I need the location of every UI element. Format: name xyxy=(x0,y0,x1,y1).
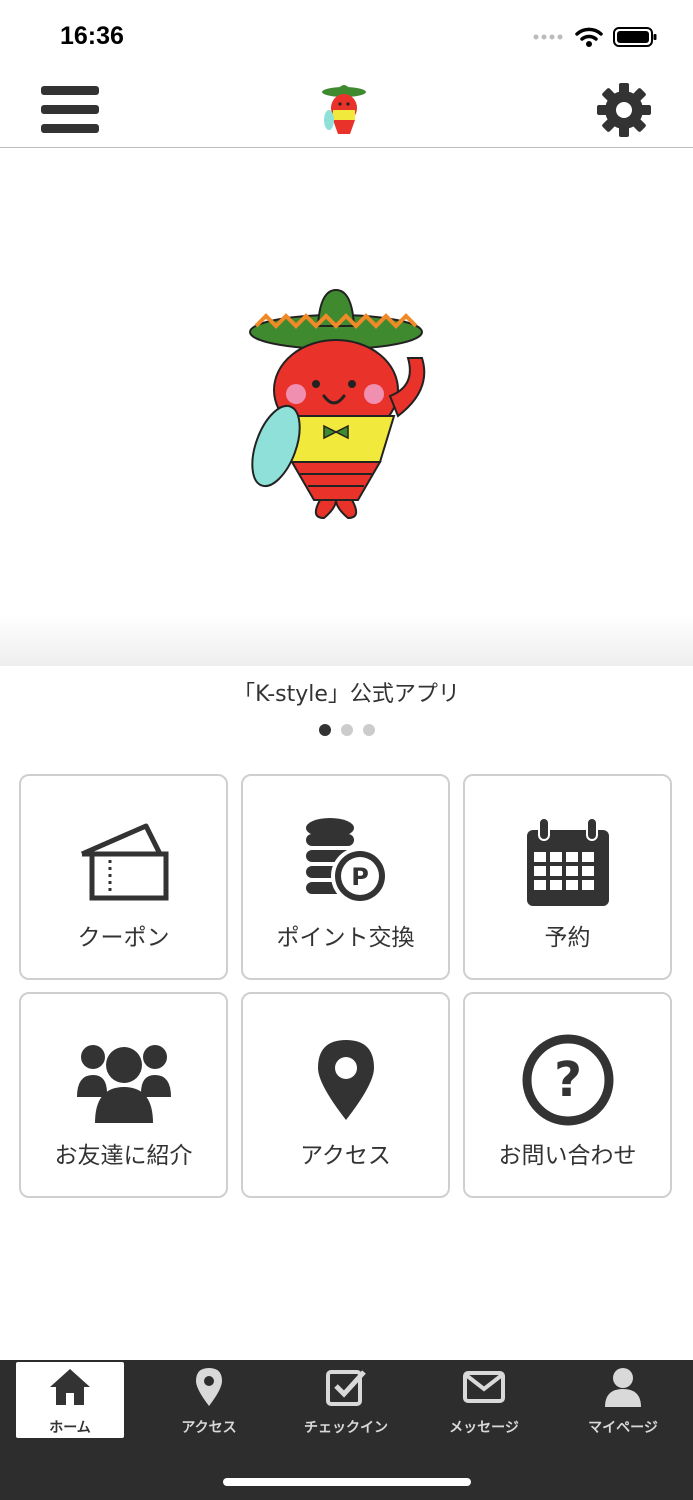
svg-text:?: ? xyxy=(554,1052,582,1108)
hero-banner[interactable] xyxy=(0,148,693,666)
carousel-dot-1[interactable] xyxy=(318,724,331,736)
contact-label: お問い合わせ xyxy=(498,1143,637,1169)
tab-home[interactable]: ホーム xyxy=(16,1362,124,1438)
battery-icon xyxy=(613,27,657,47)
tab-access[interactable]: アクセス xyxy=(155,1362,263,1438)
checkbox-icon xyxy=(326,1370,366,1406)
tab-home-label: ホーム xyxy=(49,1420,91,1436)
svg-text:P: P xyxy=(351,863,369,891)
contact-tile[interactable]: ? お問い合わせ xyxy=(463,992,672,1198)
access-tile[interactable]: アクセス xyxy=(241,992,450,1198)
home-icon xyxy=(50,1369,90,1405)
points-exchange-tile[interactable]: P ポイント交換 xyxy=(241,774,450,980)
status-time: 16:36 xyxy=(60,22,124,50)
carousel-dot-2[interactable] xyxy=(340,724,353,736)
reservation-label: 予約 xyxy=(544,925,591,951)
map-pin-icon xyxy=(317,1040,374,1120)
coupon-label: クーポン xyxy=(77,925,170,951)
points-exchange-label: ポイント交換 xyxy=(276,925,415,951)
tab-messages-label: メッセージ xyxy=(449,1420,519,1436)
tab-messages[interactable]: メッセージ xyxy=(430,1362,538,1438)
settings-button[interactable] xyxy=(595,81,653,139)
tab-access-label: アクセス xyxy=(181,1420,237,1436)
mascot-illustration xyxy=(249,288,426,520)
tab-checkin-label: チェックイン xyxy=(304,1420,388,1436)
map-pin-icon xyxy=(196,1368,222,1406)
hamburger-icon xyxy=(41,86,99,133)
gear-icon xyxy=(597,83,651,137)
users-icon xyxy=(76,1045,171,1123)
envelope-icon xyxy=(463,1371,505,1403)
access-label: アクセス xyxy=(300,1143,391,1169)
hero-caption: 「K-style」公式アプリ xyxy=(233,682,460,707)
home-indicator xyxy=(223,1478,471,1486)
person-icon xyxy=(605,1368,641,1407)
signal-icon xyxy=(533,34,563,40)
coins-icon: P xyxy=(305,818,389,905)
refer-friend-tile[interactable]: お友達に紹介 xyxy=(19,992,228,1198)
menu-button[interactable] xyxy=(40,84,100,136)
status-icons xyxy=(533,26,657,48)
mascot-logo xyxy=(322,85,366,134)
tab-mypage[interactable]: マイページ xyxy=(569,1362,677,1438)
question-circle-icon: ? xyxy=(522,1034,613,1126)
coupon-tile[interactable]: クーポン xyxy=(19,774,228,980)
ticket-icon xyxy=(80,823,168,901)
carousel-dots xyxy=(0,724,693,736)
tab-checkin[interactable]: チェックイン xyxy=(292,1362,400,1438)
menu-grid: クーポン P ポイント交換 予約 お友達に紹介 アクセス ? お問い合わせ xyxy=(19,774,673,1198)
reservation-tile[interactable]: 予約 xyxy=(463,774,672,980)
status-bar: 16:36 xyxy=(0,0,693,72)
carousel-dot-3[interactable] xyxy=(362,724,375,736)
app-header xyxy=(0,72,693,148)
refer-friend-label: お友達に紹介 xyxy=(54,1143,193,1169)
wifi-icon xyxy=(575,27,603,47)
tab-mypage-label: マイページ xyxy=(588,1420,658,1436)
calendar-icon xyxy=(526,817,609,906)
